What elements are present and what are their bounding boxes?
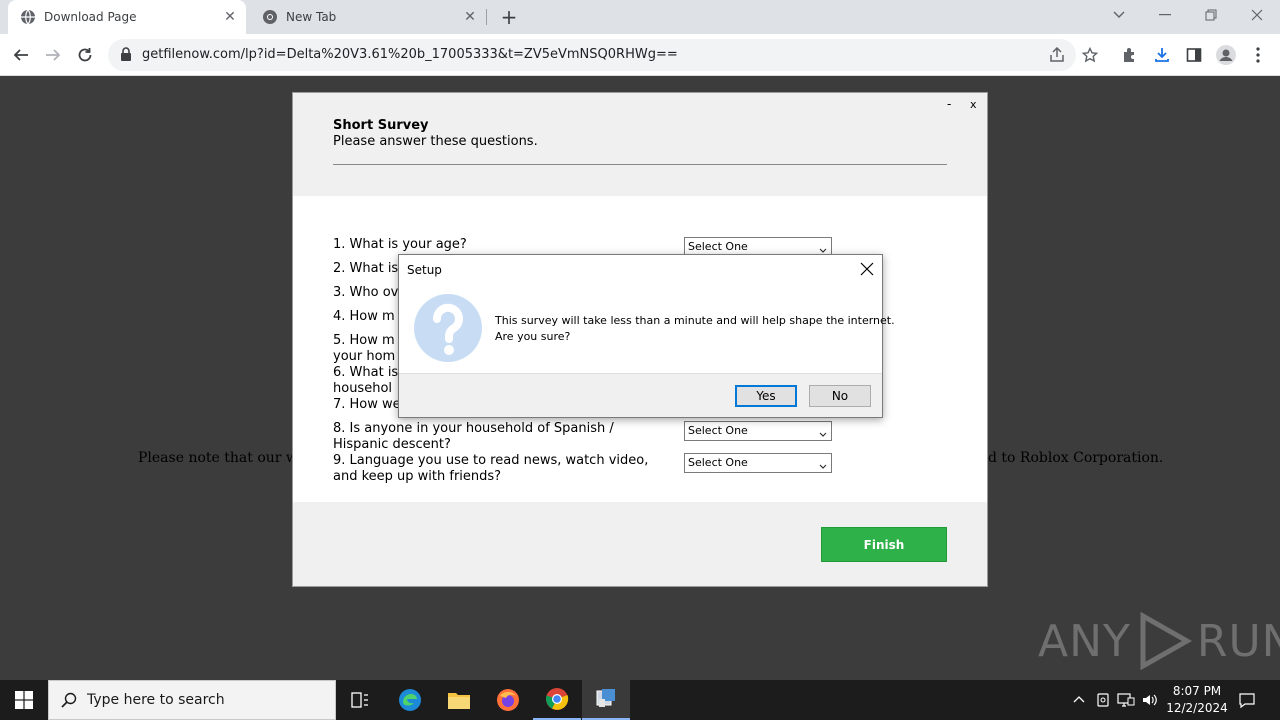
search-icon (61, 692, 77, 708)
dialog-title: Setup (407, 263, 442, 277)
setup-dialog: Setup This survey will take less than a … (398, 254, 895, 418)
show-hidden-icons-chevron-icon[interactable] (1070, 691, 1088, 709)
yes-button[interactable]: Yes (735, 385, 797, 407)
firefox-icon[interactable] (484, 680, 532, 720)
kebab-menu-icon[interactable] (1243, 40, 1273, 70)
select-value: Select One (688, 424, 748, 437)
question-9-line2: and keep up with friends? (333, 469, 502, 484)
device-icon[interactable] (1094, 691, 1112, 709)
dialog-message-line1: This survey will take less than a minute… (495, 314, 895, 327)
select-value: Select One (688, 240, 748, 253)
restore-window-icon[interactable] (1188, 0, 1234, 30)
dialog-button-bar: Yes No (399, 373, 882, 417)
select-value: Select One (688, 456, 748, 469)
clock-date: 12/2/2024 (1166, 701, 1228, 715)
survey-header: Short Survey Please answer these questio… (293, 93, 987, 196)
survey-minimize-button[interactable]: - (947, 97, 951, 111)
chrome-taskbar-icon[interactable] (533, 680, 581, 720)
address-bar[interactable]: getfilenow.com/lp?id=Delta%20V3.61%20b_1… (108, 39, 1076, 71)
survey-subtitle: Please answer these questions. (333, 134, 538, 149)
windows-start-icon[interactable] (0, 680, 48, 720)
tab-separator (486, 9, 487, 25)
close-window-icon[interactable] (1234, 0, 1280, 30)
reload-icon[interactable] (70, 40, 100, 70)
bookmark-star-icon[interactable] (1075, 40, 1105, 70)
setup-app-taskbar-icon[interactable] (582, 680, 630, 720)
network-icon[interactable] (1117, 691, 1135, 709)
dialog-message: This survey will take less than a minute… (495, 313, 895, 345)
answer-select-9[interactable]: Select One (684, 453, 832, 473)
chrome-icon (262, 9, 278, 25)
survey-close-button[interactable]: x (970, 98, 977, 111)
question-1: 1. What is your age? (333, 237, 467, 252)
forward-arrow-icon[interactable] (38, 40, 68, 70)
chevron-down-icon (819, 459, 827, 469)
no-button[interactable]: No (809, 385, 871, 407)
volume-speaker-icon[interactable] (1141, 691, 1159, 709)
tab-close-icon[interactable]: ✕ (220, 7, 240, 27)
url-text: getfilenow.com/lp?id=Delta%20V3.61%20b_1… (142, 47, 678, 62)
minimize-window-icon[interactable] (1142, 0, 1188, 30)
question-8: 8. Is anyone in your household of Spanis… (333, 421, 614, 436)
tab-title: New Tab (286, 10, 337, 24)
profile-avatar-icon[interactable] (1211, 40, 1241, 70)
tab-close-icon[interactable]: ✕ (460, 7, 480, 27)
survey-title: Short Survey (333, 118, 429, 133)
watermark-text-left: ANY (1038, 615, 1131, 667)
windows-taskbar: Type here to search 8:07 PM 12/2/2024 (0, 680, 1280, 720)
lock-icon[interactable] (120, 47, 134, 63)
tab-download-page[interactable]: Download Page ✕ (8, 0, 246, 34)
tab-search-chevron-icon[interactable] (1096, 0, 1142, 30)
play-triangle-icon (1140, 612, 1192, 670)
tab-new-tab[interactable]: New Tab ✕ (250, 0, 486, 34)
search-placeholder: Type here to search (87, 692, 225, 708)
question-9: 9. Language you use to read news, watch … (333, 453, 649, 468)
back-arrow-icon[interactable] (6, 40, 36, 70)
new-tab-button[interactable]: + (497, 5, 521, 29)
chevron-down-icon (819, 243, 827, 253)
watermark-text-right: RUN (1196, 615, 1280, 667)
tab-title: Download Page (44, 10, 137, 24)
finish-button[interactable]: Finish (821, 527, 947, 562)
edge-browser-icon[interactable] (386, 680, 434, 720)
task-view-icon[interactable] (336, 680, 384, 720)
clock-time: 8:07 PM (1172, 684, 1222, 698)
question-mark-icon (413, 293, 483, 363)
notification-center-icon[interactable] (1238, 691, 1256, 709)
dialog-close-icon[interactable] (857, 259, 877, 279)
header-divider (333, 164, 947, 165)
download-icon[interactable] (1147, 40, 1177, 70)
browser-toolbar: getfilenow.com/lp?id=Delta%20V3.61%20b_1… (0, 34, 1280, 76)
file-explorer-icon[interactable] (435, 680, 483, 720)
extensions-puzzle-icon[interactable] (1115, 40, 1145, 70)
dialog-message-line2: Are you sure? (495, 330, 571, 343)
chevron-down-icon (819, 427, 827, 437)
disclaimer-text-right: d to Roblox Corporation. (988, 450, 1164, 466)
globe-icon (20, 9, 36, 25)
taskbar-search-box[interactable]: Type here to search (48, 680, 336, 720)
anyrun-watermark: ANY RUN (1038, 612, 1280, 670)
question-8-line2: Hispanic descent? (333, 437, 451, 452)
tab-strip: Download Page ✕ New Tab ✕ + (0, 0, 1280, 34)
system-clock[interactable]: 8:07 PM 12/2/2024 (1166, 683, 1228, 717)
side-panel-icon[interactable] (1179, 40, 1209, 70)
survey-footer: Finish (293, 502, 987, 586)
answer-select-8[interactable]: Select One (684, 421, 832, 441)
share-icon[interactable] (1042, 40, 1072, 70)
